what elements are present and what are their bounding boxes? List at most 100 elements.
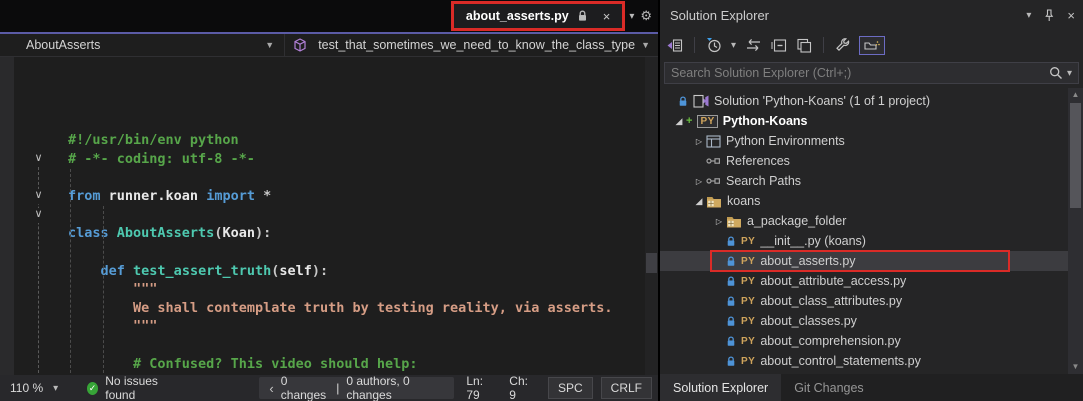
caret-status-group: Ln: 79 Ch: 9 SPC CRLF: [454, 374, 658, 401]
class-dropdown[interactable]: AboutAsserts ▼: [0, 34, 286, 56]
expand-arrow-icon[interactable]: ▷: [692, 137, 706, 146]
tab-list-chevron-icon[interactable]: ▾: [629, 11, 634, 22]
close-icon[interactable]: ×: [1067, 8, 1075, 23]
tree-row[interactable]: ▷ Python Environments: [660, 131, 1083, 151]
document-tab-bar: about_asserts.py × ▾ ⚙: [0, 0, 658, 32]
code-line[interactable]: [68, 169, 658, 188]
code-line[interactable]: """: [68, 280, 658, 299]
tree-item-label: about_classes.py: [760, 314, 857, 328]
code-line[interactable]: class AboutAsserts(Koan):: [68, 224, 658, 243]
toolbar-separator: [823, 37, 825, 53]
code-line[interactable]: #!/usr/bin/env python: [68, 131, 658, 150]
code-token: def: [100, 262, 125, 279]
line-ending-button[interactable]: CRLF: [600, 377, 653, 399]
search-icon[interactable]: [1049, 66, 1063, 80]
tree-row[interactable]: PY about_class_attributes.py: [660, 291, 1083, 311]
tree-item-label: __init__.py (koans): [760, 234, 866, 248]
code-line[interactable]: # Confused? This video should help:: [68, 355, 658, 374]
preview-selected-items-icon[interactable]: [796, 38, 812, 53]
code-token: ):: [311, 262, 329, 279]
code-line[interactable]: We shall contemplate truth by testing re…: [68, 299, 658, 318]
column-indicator[interactable]: Ch: 9: [497, 374, 540, 401]
editor-scrollbar-thumb[interactable]: [646, 253, 657, 273]
code-token: # Confused? This video should help:: [133, 355, 418, 372]
search-solution-explorer-input[interactable]: Search Solution Explorer (Ctrl+;) ▾: [664, 62, 1079, 84]
py-icon: PY: [741, 255, 756, 267]
tree-row[interactable]: PY about_comprehension.py: [660, 331, 1083, 351]
settings-gear-icon[interactable]: ⚙: [640, 8, 652, 24]
py-icon: PY: [741, 355, 756, 367]
tree-item-label: about_class_attributes.py: [760, 294, 903, 308]
authors-count: 0 authors, 0 changes: [346, 374, 410, 401]
tree-item-label: about_attribute_access.py: [760, 274, 907, 288]
tree-row[interactable]: References: [660, 151, 1083, 171]
search-options-chevron-icon[interactable]: ▾: [1067, 68, 1072, 79]
document-tab[interactable]: about_asserts.py ×: [453, 4, 623, 28]
source-control-status[interactable]: ‹ 0 changes | 0 authors, 0 changes: [259, 374, 455, 401]
tree-row[interactable]: ◢ + PY Python-Koans: [660, 111, 1083, 131]
line-indicator[interactable]: Ln: 79: [454, 374, 497, 401]
tree-row[interactable]: PY about_attribute_access.py: [660, 271, 1083, 291]
refs-icon: [706, 156, 721, 166]
code-line[interactable]: [68, 336, 658, 355]
fold-chevron-icon[interactable]: ∨: [31, 189, 46, 205]
issues-indicator[interactable]: ✓ No issues found: [86, 374, 182, 401]
panel-tab-solution-explorer[interactable]: Solution Explorer: [660, 374, 782, 401]
tree-row[interactable]: PY about_classes.py: [660, 311, 1083, 331]
py-icon: PY: [741, 295, 756, 307]
code-line[interactable]: [68, 206, 658, 225]
code-editor[interactable]: ∨ ∨ ∨ #!/usr/bin/env python # -*- coding: u…: [0, 57, 658, 375]
collapse-arrow-icon[interactable]: ◢: [672, 116, 686, 127]
lock-icon: [726, 315, 736, 327]
tree-row[interactable]: PY about_control_statements.py: [660, 351, 1083, 371]
code-line[interactable]: """: [68, 317, 658, 336]
panel-header-icons: ▾ ×: [1026, 8, 1075, 23]
switch-views-icon[interactable]: [666, 38, 683, 53]
tab-close-icon[interactable]: ×: [601, 9, 613, 24]
method-dropdown[interactable]: test_that_sometimes_we_need_to_know_the_…: [285, 34, 658, 56]
whitespace-mode-button[interactable]: SPC: [547, 377, 593, 399]
scroll-down-icon[interactable]: ▼: [1068, 360, 1083, 374]
tree-row[interactable]: ▷ Search Paths: [660, 171, 1083, 191]
code-token: Koan: [222, 225, 255, 242]
code-line[interactable]: #: [68, 373, 658, 375]
tree-scrollbar[interactable]: ▲ ▼: [1068, 88, 1083, 374]
collapse-all-icon[interactable]: [771, 38, 787, 53]
panel-tab-git-changes[interactable]: Git Changes: [781, 374, 876, 401]
tree-row[interactable]: PY __init__.py (koans): [660, 231, 1083, 251]
pyenv-icon: [706, 134, 721, 148]
properties-wrench-icon[interactable]: [835, 37, 850, 53]
sync-with-active-document-icon[interactable]: [745, 38, 762, 52]
check-circle-icon: ✓: [86, 381, 99, 395]
tree-row[interactable]: ◢ koans: [660, 191, 1083, 211]
tree-scrollbar-thumb[interactable]: [1070, 103, 1081, 208]
code-line[interactable]: [68, 243, 658, 262]
expand-arrow-icon[interactable]: ▷: [692, 177, 706, 186]
show-all-files-icon[interactable]: [859, 35, 886, 55]
code-line[interactable]: def test_assert_truth(self):: [68, 262, 658, 281]
code-token: runner.koan: [108, 188, 199, 205]
collapse-arrow-icon[interactable]: ◢: [692, 196, 706, 207]
filter-dropdown-chevron-icon[interactable]: ▾: [731, 40, 736, 51]
method-cube-icon: [293, 38, 307, 52]
fold-chevron-icon[interactable]: ∨: [31, 152, 46, 167]
tree-row[interactable]: Solution 'Python-Koans' (1 of 1 project): [660, 91, 1083, 111]
scroll-up-icon[interactable]: ▲: [1068, 88, 1083, 102]
solution-explorer-toolbar: ▾: [660, 30, 1083, 60]
tree-item-label: Solution 'Python-Koans' (1 of 1 project): [714, 94, 931, 108]
editor-scrollbar[interactable]: [645, 57, 658, 375]
code-line[interactable]: # -*- coding: utf-8 -*-: [68, 150, 658, 169]
zoom-control[interactable]: 110 % ▾: [0, 381, 71, 395]
code-line[interactable]: from runner.koan import *: [68, 187, 658, 206]
red-annotation-box-tab: about_asserts.py ×: [450, 1, 626, 31]
expand-arrow-icon[interactable]: ▷: [712, 217, 726, 226]
fold-chevron-icon[interactable]: ∨: [31, 207, 46, 223]
tab-label: about_asserts.py: [465, 9, 569, 23]
pending-changes-filter-icon[interactable]: [706, 37, 722, 53]
tree-row[interactable]: ▷ a_package_folder: [660, 211, 1083, 231]
window-menu-chevron-icon[interactable]: ▾: [1026, 10, 1031, 21]
tree-row[interactable]: PY about_asserts.py: [660, 250, 1083, 272]
pin-icon[interactable]: [1043, 8, 1055, 22]
